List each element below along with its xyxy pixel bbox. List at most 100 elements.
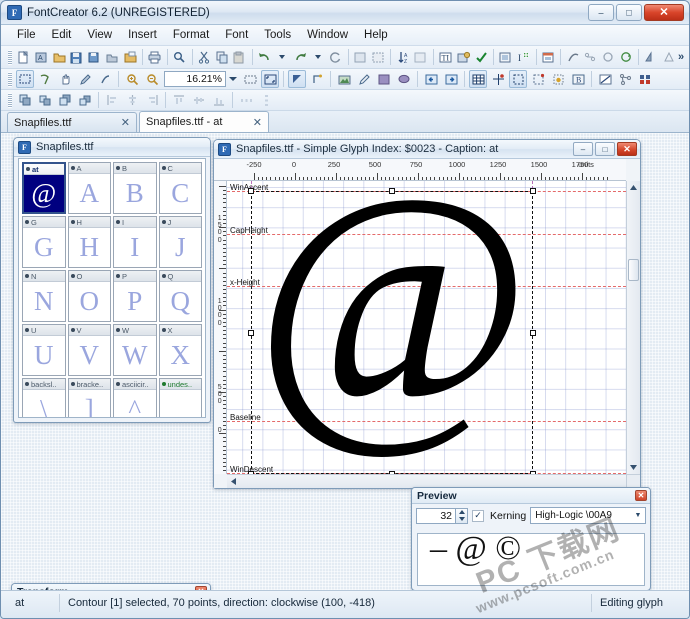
redo-icon[interactable] bbox=[292, 48, 308, 66]
install-font-icon[interactable] bbox=[105, 48, 121, 66]
toolbar-overflow-chevron[interactable]: » bbox=[678, 51, 684, 63]
insert-glyph-icon[interactable]: I bbox=[516, 48, 532, 66]
glyph-cell-backslash[interactable]: backsl.. \ bbox=[22, 378, 66, 417]
show-guidelines-icon[interactable] bbox=[509, 70, 527, 88]
font-properties-icon[interactable] bbox=[541, 48, 557, 66]
scroll-up-icon[interactable] bbox=[627, 181, 640, 194]
compose-icon[interactable] bbox=[353, 48, 369, 66]
preview-panel-close-button[interactable]: ✕ bbox=[635, 490, 647, 501]
undo-dropdown-icon[interactable] bbox=[275, 48, 291, 66]
glyph-cell-O[interactable]: O O bbox=[67, 270, 111, 322]
bring-forward-icon[interactable] bbox=[36, 91, 54, 109]
snap-to-grid-icon[interactable] bbox=[489, 70, 507, 88]
paste-icon[interactable] bbox=[232, 48, 248, 66]
fit-glyph-icon[interactable] bbox=[261, 70, 279, 88]
refresh-icon[interactable] bbox=[328, 48, 344, 66]
resize-handle-ne[interactable] bbox=[530, 188, 536, 194]
scroll-left-icon[interactable] bbox=[227, 475, 240, 488]
menu-insert[interactable]: Insert bbox=[120, 27, 165, 43]
open-icon[interactable] bbox=[51, 48, 67, 66]
zoom-in-icon[interactable] bbox=[123, 70, 141, 88]
zoom-level-input[interactable]: 16.21% bbox=[164, 71, 226, 87]
align-left-icon[interactable] bbox=[103, 91, 121, 109]
glyph-cell-V[interactable]: V V bbox=[67, 324, 111, 376]
menu-tools[interactable]: Tools bbox=[256, 27, 299, 43]
menu-window[interactable]: Window bbox=[299, 27, 356, 43]
flip-horizontal-icon[interactable] bbox=[643, 48, 659, 66]
vertical-scroll-thumb[interactable] bbox=[628, 259, 639, 281]
resize-handle-w[interactable] bbox=[248, 330, 254, 336]
canvas-vertical-scrollbar[interactable] bbox=[626, 181, 640, 474]
export-icon[interactable] bbox=[122, 48, 138, 66]
point-info-icon[interactable] bbox=[616, 70, 634, 88]
glyph-cell-U[interactable]: U U bbox=[22, 324, 66, 376]
glyph-cell-J[interactable]: J J bbox=[158, 216, 202, 268]
resize-handle-n[interactable] bbox=[389, 188, 395, 194]
show-points-icon[interactable] bbox=[288, 70, 306, 88]
glyph-grid[interactable]: at @ A A B B C C G G H H I I J J N N O O… bbox=[18, 158, 206, 418]
select-tool-icon[interactable] bbox=[16, 70, 34, 88]
zoom-out-icon[interactable] bbox=[143, 70, 161, 88]
freehand-tool-icon[interactable] bbox=[96, 70, 114, 88]
pen-tool-icon[interactable] bbox=[76, 70, 94, 88]
glyph-properties-icon[interactable] bbox=[498, 48, 514, 66]
tab-close-icon[interactable]: ✕ bbox=[239, 116, 262, 129]
resize-handle-nw[interactable] bbox=[248, 188, 254, 194]
text-tool-icon[interactable]: TI bbox=[438, 48, 454, 66]
validate-icon[interactable] bbox=[413, 48, 429, 66]
zoom-dropdown-arrow[interactable] bbox=[226, 71, 240, 87]
glyph-cell-Q[interactable]: Q Q bbox=[158, 270, 202, 322]
test-font-icon[interactable] bbox=[456, 48, 472, 66]
vertical-ruler[interactable]: 1500 1000 500 0 bbox=[214, 181, 227, 474]
minimize-button[interactable]: – bbox=[588, 4, 614, 21]
send-backward-icon[interactable] bbox=[56, 91, 74, 109]
glyph-cell-P[interactable]: P P bbox=[113, 270, 157, 322]
knife-tool-icon[interactable] bbox=[36, 70, 54, 88]
image-fill-icon[interactable] bbox=[375, 70, 393, 88]
glyph-canvas[interactable]: WinAscent CapHeight x-Height Baseline Wi… bbox=[227, 181, 626, 474]
glyph-cell-bracket[interactable]: bracke.. ] bbox=[67, 378, 111, 417]
previous-glyph-icon[interactable] bbox=[422, 70, 440, 88]
glyph-cell-W[interactable]: W W bbox=[113, 324, 157, 376]
chevron-down-icon[interactable]: ▼ bbox=[631, 512, 645, 519]
new-font-icon[interactable]: A bbox=[33, 48, 49, 66]
check-icon[interactable] bbox=[473, 48, 489, 66]
edit-contour-icon[interactable] bbox=[565, 48, 581, 66]
decompose-icon[interactable] bbox=[371, 48, 387, 66]
glyph-cell-I[interactable]: I I bbox=[113, 216, 157, 268]
glyph-cell-X[interactable]: X X bbox=[158, 324, 202, 376]
stepper-down-icon[interactable] bbox=[456, 516, 467, 523]
show-outline-icon[interactable] bbox=[308, 70, 326, 88]
zoom-selection-icon[interactable] bbox=[241, 70, 259, 88]
reverse-contour-icon[interactable] bbox=[619, 48, 635, 66]
menu-edit[interactable]: Edit bbox=[44, 27, 80, 43]
editor-maximize-button[interactable]: □ bbox=[595, 142, 615, 156]
sort-glyphs-icon[interactable]: AZ bbox=[395, 48, 411, 66]
glyph-cell-G[interactable]: G G bbox=[22, 216, 66, 268]
save-icon[interactable] bbox=[69, 48, 85, 66]
align-right-icon[interactable] bbox=[143, 91, 161, 109]
preview-sample-select[interactable]: High-Logic \00A9 ▼ bbox=[530, 507, 646, 524]
glyph-cell-B[interactable]: B B bbox=[113, 162, 157, 214]
glyph-cell-C[interactable]: C C bbox=[158, 162, 202, 214]
menu-view[interactable]: View bbox=[79, 27, 120, 43]
menu-font[interactable]: Font bbox=[217, 27, 256, 43]
background-glyph-icon[interactable]: B bbox=[569, 70, 587, 88]
send-to-back-icon[interactable] bbox=[76, 91, 94, 109]
glyph-cell-at[interactable]: at @ bbox=[22, 162, 66, 214]
maximize-button[interactable]: □ bbox=[616, 4, 642, 21]
tab-close-icon[interactable]: ✕ bbox=[107, 116, 130, 129]
new-file-icon[interactable] bbox=[16, 48, 32, 66]
align-bottom-icon[interactable] bbox=[210, 91, 228, 109]
print-icon[interactable] bbox=[147, 48, 163, 66]
snap-to-guidelines-icon[interactable] bbox=[529, 70, 547, 88]
show-grid-icon[interactable] bbox=[469, 70, 487, 88]
preview-size-input[interactable]: 32 bbox=[416, 507, 456, 524]
close-button[interactable]: ✕ bbox=[644, 4, 684, 21]
editor-minimize-button[interactable]: – bbox=[573, 142, 593, 156]
canvas-horizontal-scrollbar[interactable] bbox=[227, 474, 626, 488]
snap-to-metrics-icon[interactable] bbox=[549, 70, 567, 88]
preview-size-stepper[interactable] bbox=[456, 507, 468, 524]
editor-close-button[interactable]: ✕ bbox=[617, 142, 637, 156]
kerning-checkbox[interactable]: ✓ bbox=[472, 509, 484, 522]
